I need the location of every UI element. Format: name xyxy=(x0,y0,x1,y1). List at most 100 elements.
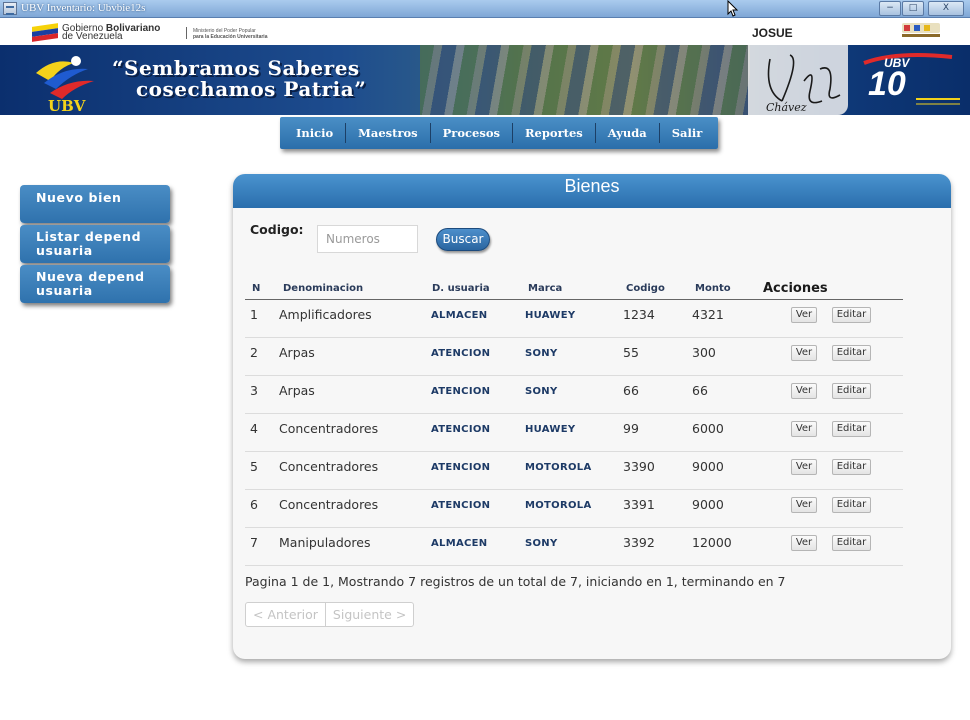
cell-n: 6 xyxy=(250,497,258,512)
cell-d-usuaria: ATENCION xyxy=(431,386,491,397)
column-header-n: N xyxy=(252,283,261,294)
main-navigation: Inicio Maestros Procesos Reportes Ayuda … xyxy=(280,117,719,149)
codigo-search-input[interactable] xyxy=(317,225,418,253)
column-header-marca: Marca xyxy=(528,283,563,294)
table-row: 1 Amplificadores ALMACEN HUAWEY 1234 432… xyxy=(245,300,903,338)
table-row: 3 Arpas ATENCION SONY 66 66 Ver Editar xyxy=(245,376,903,414)
table-row: 5 Concentradores ATENCION MOTOROLA 3390 … xyxy=(245,452,903,490)
cell-marca: HUAWEY xyxy=(525,310,576,321)
cell-denominacion: Manipuladores xyxy=(279,535,371,550)
cell-d-usuaria: ALMACEN xyxy=(431,538,488,549)
cell-n: 7 xyxy=(250,535,258,550)
column-header-denominacion: Denominacion xyxy=(283,283,364,294)
editar-button[interactable]: Editar xyxy=(832,535,871,551)
svg-text:Chávez: Chávez xyxy=(766,101,807,113)
cell-codigo: 3391 xyxy=(623,497,655,512)
window-titlebar: UBV Inventario: Ubvbie12s − □ X xyxy=(0,0,970,18)
cell-d-usuaria: ATENCION xyxy=(431,424,491,435)
column-header-d-usuaria: D. usuaria xyxy=(432,283,490,294)
nav-procesos[interactable]: Procesos xyxy=(431,123,513,143)
close-button[interactable]: X xyxy=(928,1,964,16)
table-row: 6 Concentradores ATENCION MOTOROLA 3391 … xyxy=(245,490,903,528)
ver-button[interactable]: Ver xyxy=(791,345,817,361)
cell-codigo: 66 xyxy=(623,383,639,398)
sidebar-item-nueva-depend-usuaria[interactable]: Nueva depend usuaria xyxy=(20,265,170,303)
nav-reportes[interactable]: Reportes xyxy=(513,123,596,143)
cell-denominacion: Concentradores xyxy=(279,421,379,436)
cell-n: 1 xyxy=(250,307,258,322)
nav-salir[interactable]: Salir xyxy=(660,123,715,143)
cell-denominacion: Arpas xyxy=(279,345,315,360)
cell-denominacion: Concentradores xyxy=(279,459,379,474)
previous-page-button[interactable]: < Anterior xyxy=(246,603,325,626)
window-title: UBV Inventario: Ubvbie12s xyxy=(21,2,146,14)
column-header-acciones: Acciones xyxy=(763,281,828,296)
svg-text:10: 10 xyxy=(868,65,906,103)
cell-monto: 66 xyxy=(692,383,708,398)
sidebar-item-nuevo-bien[interactable]: Nuevo bien xyxy=(20,185,170,223)
editar-button[interactable]: Editar xyxy=(832,383,871,399)
next-page-button[interactable]: Siguiente > xyxy=(324,603,413,626)
chavez-signature: Chávez xyxy=(766,54,841,113)
cell-monto: 9000 xyxy=(692,459,724,474)
ministry-name: Ministerio del Poder Popular para la Edu… xyxy=(193,28,268,40)
pagination-info: Pagina 1 de 1, Mostrando 7 registros de … xyxy=(245,574,786,589)
editar-button[interactable]: Editar xyxy=(832,421,871,437)
cell-monto: 4321 xyxy=(692,307,724,322)
table-row: 7 Manipuladores ALMACEN SONY 3392 12000 … xyxy=(245,528,903,566)
mouse-cursor-icon xyxy=(727,0,739,17)
cell-monto: 12000 xyxy=(692,535,732,550)
cell-marca: SONY xyxy=(525,538,558,549)
cell-n: 2 xyxy=(250,345,258,360)
cell-d-usuaria: ATENCION xyxy=(431,500,491,511)
maximize-button[interactable]: □ xyxy=(902,1,924,16)
cell-marca: HUAWEY xyxy=(525,424,576,435)
cell-marca: MOTOROLA xyxy=(525,462,592,473)
nav-inicio[interactable]: Inicio xyxy=(284,123,347,143)
bicentennial-logo xyxy=(902,23,940,37)
panel-title: Bienes xyxy=(564,176,620,196)
table-row: 2 Arpas ATENCION SONY 55 300 Ver Editar xyxy=(245,338,903,376)
ver-button[interactable]: Ver xyxy=(791,307,817,323)
logged-user-name: JOSUE xyxy=(752,26,793,40)
nav-ayuda[interactable]: Ayuda xyxy=(596,123,660,143)
cell-codigo: 3392 xyxy=(623,535,655,550)
cell-denominacion: Arpas xyxy=(279,383,315,398)
svg-text:UBV: UBV xyxy=(48,97,86,113)
editar-button[interactable]: Editar xyxy=(832,307,871,323)
pagination: < Anterior Siguiente > xyxy=(245,602,415,627)
column-header-codigo: Codigo xyxy=(626,283,665,294)
cell-denominacion: Concentradores xyxy=(279,497,379,512)
cell-n: 5 xyxy=(250,459,258,474)
cell-marca: SONY xyxy=(525,386,558,397)
codigo-label: Codigo: xyxy=(250,222,304,237)
buscar-button[interactable]: Buscar xyxy=(436,228,490,251)
ver-button[interactable]: Ver xyxy=(791,421,817,437)
ver-button[interactable]: Ver xyxy=(791,497,817,513)
nav-maestros[interactable]: Maestros xyxy=(346,123,431,143)
editar-button[interactable]: Editar xyxy=(832,345,871,361)
column-header-monto: Monto xyxy=(695,283,731,294)
cell-monto: 9000 xyxy=(692,497,724,512)
ver-button[interactable]: Ver xyxy=(791,459,817,475)
editar-button[interactable]: Editar xyxy=(832,459,871,475)
table-row: 4 Concentradores ATENCION HUAWEY 99 6000… xyxy=(245,414,903,452)
banner: UBV “Sembramos Saberes cosechamos Patria… xyxy=(0,45,970,115)
header-divider xyxy=(186,27,187,39)
banner-slogan: “Sembramos Saberes cosechamos Patria” xyxy=(112,56,367,101)
ver-button[interactable]: Ver xyxy=(791,535,817,551)
ver-button[interactable]: Ver xyxy=(791,383,817,399)
editar-button[interactable]: Editar xyxy=(832,497,871,513)
cell-d-usuaria: ATENCION xyxy=(431,348,491,359)
cell-codigo: 3390 xyxy=(623,459,655,474)
cell-marca: SONY xyxy=(525,348,558,359)
sidebar-item-listar-depend-usuaria[interactable]: Listar depend usuaria xyxy=(20,225,170,263)
cell-denominacion: Amplificadores xyxy=(279,307,372,322)
cell-n: 4 xyxy=(250,421,258,436)
minimize-button[interactable]: − xyxy=(879,1,901,16)
ubv-logo: UBV xyxy=(36,56,94,113)
cell-codigo: 99 xyxy=(623,421,639,436)
cell-marca: MOTOROLA xyxy=(525,500,592,511)
cell-monto: 300 xyxy=(692,345,716,360)
cell-d-usuaria: ALMACEN xyxy=(431,310,488,321)
